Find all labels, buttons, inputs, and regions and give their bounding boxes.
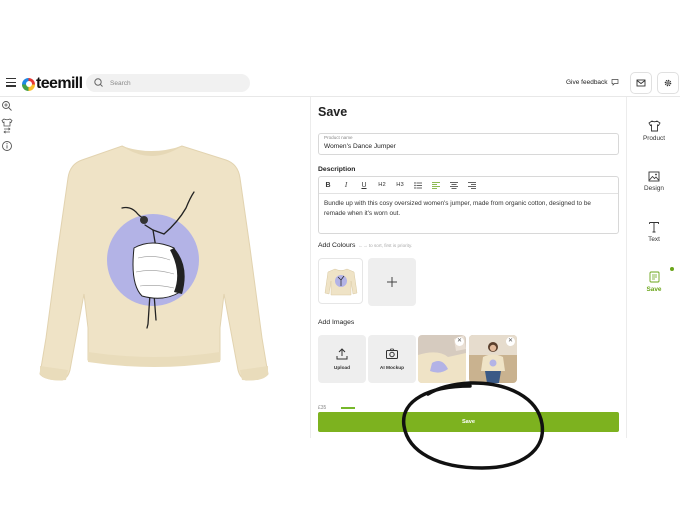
camera-icon <box>386 348 398 359</box>
panel-title: Save <box>318 105 348 119</box>
logo-mark-icon <box>22 77 35 91</box>
save-icon <box>647 270 661 284</box>
description-label: Description <box>318 166 356 173</box>
top-bar: teemill Give feedback <box>0 70 680 97</box>
settings-button[interactable] <box>657 72 679 94</box>
align-center-button[interactable] <box>445 178 463 192</box>
ai-mockup-label: AI Mockup <box>379 366 405 371</box>
price-text: £35 <box>318 405 327 410</box>
nav-item-save[interactable]: Save <box>627 270 680 293</box>
info-icon[interactable] <box>1 140 13 152</box>
nav-item-design[interactable]: Design <box>627 169 680 192</box>
align-left-button[interactable] <box>427 178 445 192</box>
jumper-mockup-image <box>39 145 269 381</box>
jumper-thumbnail <box>324 268 357 296</box>
align-center-icon <box>450 181 458 189</box>
zoom-in-icon[interactable] <box>1 100 13 112</box>
text-icon <box>647 220 661 234</box>
bullet-list-button[interactable] <box>409 178 427 192</box>
mail-button[interactable] <box>630 72 652 94</box>
nav-item-text-label: Text <box>648 236 660 243</box>
bold-button[interactable]: B <box>319 178 337 192</box>
mockup-photo-1[interactable]: ✕ <box>418 335 466 383</box>
mail-icon <box>636 79 646 87</box>
italic-button[interactable]: I <box>337 178 355 192</box>
nav-item-text[interactable]: Text <box>627 220 680 243</box>
align-right-icon <box>468 181 476 189</box>
plus-icon <box>387 277 397 287</box>
align-left-icon <box>432 181 440 189</box>
nav-item-design-label: Design <box>644 185 664 192</box>
right-nav: Product Design Text Save <box>626 97 680 438</box>
formatting-toolbar: B I U H2 H3 <box>319 177 618 194</box>
give-feedback-label: Give feedback <box>566 78 608 86</box>
ai-mockup-button[interactable]: AI Mockup <box>368 335 416 383</box>
mockup-photo-2[interactable]: ✕ <box>469 335 517 383</box>
upload-button[interactable]: Upload <box>318 335 366 383</box>
product-name-label: Product name <box>324 135 353 140</box>
search-icon <box>94 78 103 87</box>
nav-item-product-label: Product <box>642 135 666 142</box>
logo[interactable]: teemill <box>22 75 83 93</box>
price-indicator <box>341 407 355 409</box>
tshirt-swap-icon[interactable] <box>1 118 13 134</box>
tshirt-icon <box>647 119 661 133</box>
save-panel: Save Product name Women's Dance Jumper D… <box>311 97 625 438</box>
upload-icon <box>336 348 348 360</box>
description-text[interactable]: Bundle up with this cosy oversized women… <box>324 199 609 218</box>
left-toolbar <box>0 100 14 158</box>
colour-swatch-natural[interactable] <box>318 258 363 304</box>
chat-bubble-icon <box>611 79 618 86</box>
hamburger-icon[interactable] <box>6 78 16 88</box>
add-colour-button[interactable] <box>368 258 416 306</box>
upload-label: Upload <box>333 366 351 371</box>
logo-text: teemill <box>36 75 83 92</box>
add-images-label: Add Images <box>318 319 355 326</box>
heading3-button[interactable]: H3 <box>391 178 409 192</box>
bullet-list-icon <box>414 181 422 189</box>
design-canvas[interactable] <box>14 98 310 438</box>
align-right-button[interactable] <box>463 178 481 192</box>
product-name-field[interactable]: Product name Women's Dance Jumper <box>318 133 619 155</box>
gear-icon <box>664 79 672 87</box>
colours-sort-hint: ←→ to sort, first is priority. <box>358 243 413 248</box>
give-feedback-link[interactable]: Give feedback <box>566 78 619 86</box>
heading2-button[interactable]: H2 <box>373 178 391 192</box>
image-icon <box>647 169 661 183</box>
add-colours-section: Add Colours ←→ to sort, first is priority… <box>318 242 412 249</box>
description-editor[interactable]: B I U H2 H3 Bundle up with this cosy ove… <box>318 176 619 234</box>
nav-item-save-label: Save <box>646 286 662 293</box>
search-input[interactable] <box>108 78 238 88</box>
add-colours-label: Add Colours <box>318 242 356 249</box>
underline-button[interactable]: U <box>355 178 373 192</box>
search-bar[interactable] <box>86 74 250 92</box>
nav-item-product[interactable]: Product <box>627 119 680 142</box>
save-button[interactable]: Save <box>318 412 619 432</box>
remove-photo-2-button[interactable]: ✕ <box>506 337 515 346</box>
remove-photo-1-button[interactable]: ✕ <box>455 337 464 346</box>
product-name-input[interactable]: Women's Dance Jumper <box>324 143 396 150</box>
